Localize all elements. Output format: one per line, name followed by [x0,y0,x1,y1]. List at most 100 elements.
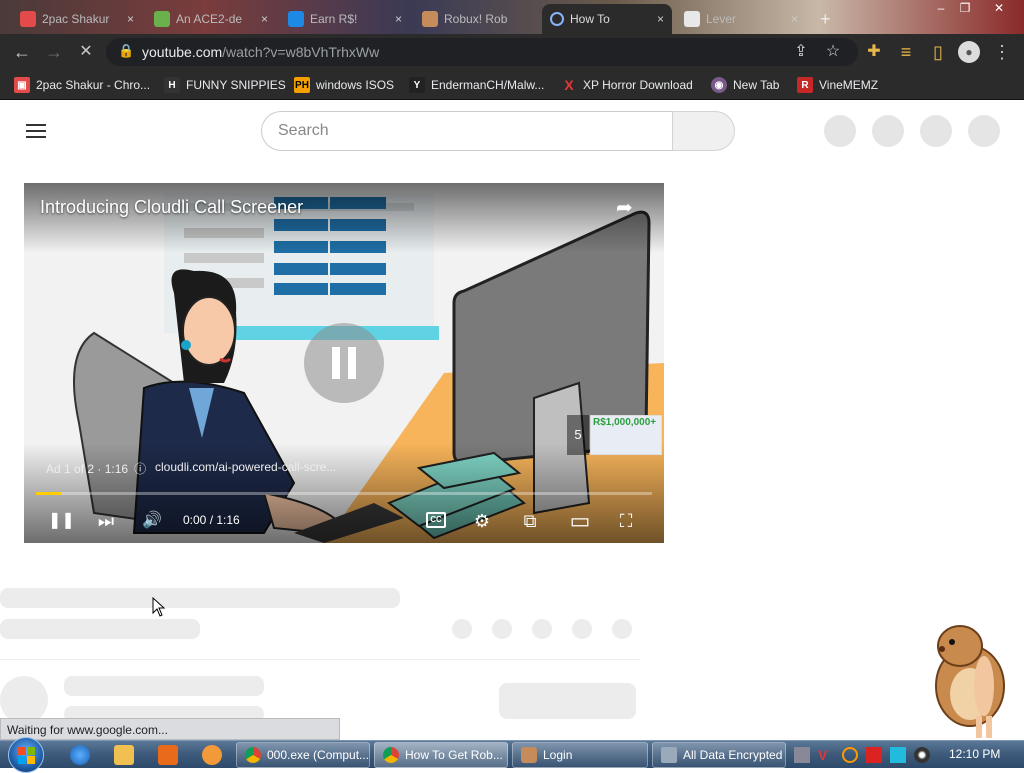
app-quick-launch-icon[interactable] [202,745,222,765]
tab-title: 2pac Shakur [42,12,110,26]
tab-favicon [20,11,36,27]
tab-earn[interactable]: Earn R$! × [280,4,410,34]
tray-v-icon[interactable]: V [818,747,834,763]
tray-icon[interactable] [914,747,930,763]
tab-lever[interactable]: Lever × [676,4,806,34]
app-icon [521,747,537,763]
bookmark-new-tab[interactable]: ◉ New Tab [711,76,779,94]
video-player[interactable]: Introducing Cloudli Call Screener ➦ Ad 1… [24,183,664,543]
info-icon[interactable]: ⓘ [134,460,146,477]
bookmark-label: VineMEMZ [819,78,879,92]
next-ad-thumbnail[interactable]: R$1,000,000+ [590,415,662,455]
bookmark-funny-snippies[interactable]: H FUNNY SNIPPIES [164,76,286,94]
tray-search-icon[interactable] [842,747,858,763]
placeholder-circle [920,115,952,147]
bookmark-icon: ◉ [711,77,727,93]
window-icon [661,747,677,763]
back-button[interactable]: ← [10,40,34,64]
ad-info: Ad 1 of 2 · 1:16 ⓘ [46,460,146,477]
close-window-button[interactable]: ✕ [984,0,1014,18]
taskbar-clock[interactable]: 12:10 PM [949,747,1000,761]
bookmark-icon: Y [409,77,425,93]
next-button[interactable]: ⏭ [94,507,118,535]
star-icon[interactable]: ☆ [822,41,844,63]
tray-icon[interactable] [890,747,906,763]
close-icon[interactable]: × [657,12,664,26]
placeholder-circle [872,115,904,147]
taskbar-item-login[interactable]: Login [512,742,648,768]
volume-button[interactable]: 🔊 [140,507,164,535]
tab-how-to[interactable]: How To × [542,4,672,34]
fullscreen-button[interactable]: ⛶ [614,507,638,535]
tab-title: Earn R$! [310,12,358,26]
bookmark-xp-horror[interactable]: X XP Horror Download [561,76,693,94]
tab-favicon [154,11,170,27]
search-button[interactable] [672,111,735,151]
close-icon[interactable]: × [791,12,798,26]
media-icon[interactable]: ≡ [894,40,918,64]
tab-2pac[interactable]: 2pac Shakur × [12,4,142,34]
explorer-folder-icon[interactable] [114,745,134,765]
url-path: /watch?v=w8bVhTrhxWw [222,44,380,60]
forward-button[interactable]: → [42,40,66,64]
bookmarks-bar: ▣ 2pac Shakur - Chro... H FUNNY SNIPPIES… [0,70,1024,100]
time-display: 0:00 / 1:16 [183,513,240,527]
placeholder-circle [824,115,856,147]
side-panel-icon[interactable]: ▯ [926,40,950,64]
bookmark-label: windows ISOS [316,78,395,92]
tab-robux[interactable]: Robux! Rob [414,4,540,34]
close-icon[interactable]: × [127,12,134,26]
tray-icon[interactable] [794,747,810,763]
share-icon[interactable]: ⇪ [790,41,812,63]
divider [0,659,640,660]
action-skeleton [572,619,592,639]
restore-button[interactable]: ❐ [954,0,976,18]
miniplayer-button[interactable]: ⧉ [518,507,542,535]
tab-title: How To [570,12,610,26]
taskbar-item-all-data-encrypted[interactable]: All Data Encrypted [652,742,786,768]
bookmark-label: FUNNY SNIPPIES [186,78,286,92]
bookmark-endermanch[interactable]: Y EndermanCH/Malw... [409,76,544,94]
menu-icon[interactable]: ⋮ [990,40,1014,64]
url-text[interactable]: youtube.com/watch?v=w8bVhTrhxWw [142,44,379,60]
internet-explorer-icon[interactable] [70,745,90,765]
minimize-button[interactable]: – [930,0,952,18]
settings-button[interactable]: ⚙ [470,507,494,535]
address-bar[interactable]: 🔒 youtube.com/watch?v=w8bVhTrhxWw ⇪ ☆ [106,38,858,66]
captions-button[interactable]: CC [426,512,446,528]
subscribe-skeleton [499,683,636,719]
url-host: youtube.com [142,44,223,60]
pause-button[interactable]: ❚❚ [48,507,75,535]
bookmark-2pac[interactable]: ▣ 2pac Shakur - Chro... [14,76,150,94]
extension-icon[interactable]: ✚ [862,40,886,64]
tab-ace2[interactable]: An ACE2-de × [146,4,276,34]
profile-icon[interactable]: ● [958,41,980,63]
tray-icon[interactable] [866,747,882,763]
bookmark-windows-isos[interactable]: PH windows ISOS [294,76,394,94]
action-skeleton [492,619,512,639]
taskbar-item-000exe[interactable]: 000.exe (Comput... [236,742,370,768]
meta-skeleton [0,619,200,639]
taskbar-item-label: Login [543,748,573,762]
big-pause-icon[interactable] [304,323,384,403]
theater-mode-button[interactable]: ▭ [566,507,594,535]
avatar-skeleton [0,676,48,724]
taskbar-item-how-to[interactable]: How To Get Rob... [374,742,508,768]
channel-skeleton [64,676,264,696]
video-title[interactable]: Introducing Cloudli Call Screener [40,197,303,218]
close-icon[interactable]: × [395,12,402,26]
bookmark-vinememz[interactable]: R VineMEMZ [797,76,878,94]
progress-bar[interactable] [36,492,652,495]
new-tab-button[interactable]: + [812,4,842,34]
mouse-cursor-icon [152,597,166,617]
search-input[interactable] [262,112,672,150]
share-icon[interactable]: ➦ [616,195,633,220]
close-icon[interactable]: × [261,12,268,26]
tab-favicon [684,11,700,27]
ad-url-link[interactable]: cloudli.com/ai-powered-call-scre... [155,460,336,474]
media-player-icon[interactable] [158,745,178,765]
hamster-overlay [935,625,1005,738]
stop-button[interactable]: ✕ [74,40,98,64]
hamburger-menu-icon[interactable] [26,124,46,138]
bookmark-icon: PH [294,77,310,93]
